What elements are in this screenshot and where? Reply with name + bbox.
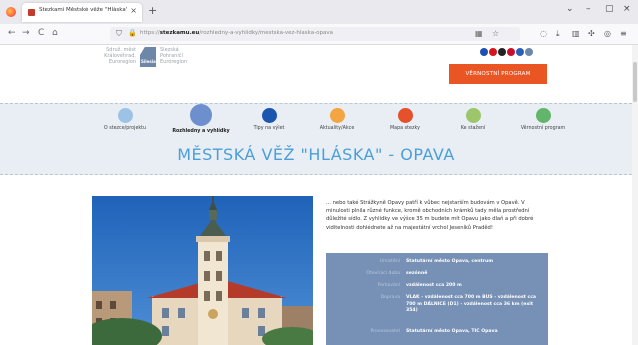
tab-close-icon[interactable]: × [130, 6, 137, 15]
minimize-button[interactable]: – [586, 4, 591, 14]
language-flag-icon[interactable] [516, 48, 524, 56]
nav-item[interactable]: Tipy na výlet [234, 108, 304, 131]
logo-left-line: Euroregion [108, 59, 136, 65]
language-flag-icon[interactable] [489, 48, 497, 56]
nav-label: O stezce/projektu [103, 126, 147, 131]
site-favicon-icon [28, 9, 35, 16]
logo-right-line: Euroregion [160, 59, 188, 65]
language-flag-icon[interactable] [525, 48, 533, 56]
maximize-button[interactable]: ▢ [605, 4, 614, 14]
download-icon[interactable]: ⤓ [556, 29, 560, 39]
nav-label: Rozhledny a vyhlídky [172, 129, 230, 134]
nav-dot-icon [190, 104, 212, 126]
nav-label: Věrnostní program [520, 126, 566, 131]
url-text[interactable]: https://stezkamu.eu/rozhledny-a-vyhlidky… [140, 30, 333, 36]
nav-label: Tipy na výlet [253, 126, 285, 131]
nav-item[interactable]: Mapa stezky [370, 108, 440, 131]
info-value: VLAK - vzdálenost cca 700 m BUS - vzdále… [406, 295, 537, 313]
info-key: Parkování [377, 283, 400, 288]
forward-button[interactable]: → [22, 28, 30, 38]
nav-item[interactable]: Věrnostní program [508, 108, 578, 131]
nav-item[interactable]: O stezce/projektu [90, 108, 160, 131]
info-key: Otevírací doba [366, 271, 400, 276]
tower-description: ... nebo také Strážkyně Opavy patří k vů… [326, 200, 534, 231]
nav-item[interactable]: Ke stažení [438, 108, 508, 131]
info-key: Umístění [379, 259, 400, 264]
language-flag-icon[interactable] [480, 48, 488, 56]
new-tab-button[interactable]: + [148, 4, 157, 17]
nav-label: Mapa stezky [390, 126, 420, 131]
nav-dot-icon [397, 108, 413, 123]
pocket-icon[interactable]: ◌ [540, 29, 547, 38]
silesia-logo[interactable]: Silesia [140, 47, 156, 67]
nav-label: Aktuality/Akce [319, 126, 355, 131]
nav-dot-icon [261, 108, 277, 123]
reload-button[interactable]: C [38, 28, 44, 38]
page-actions-icon[interactable]: ▦ [475, 29, 483, 38]
nav-item[interactable]: Aktuality/Akce [302, 108, 372, 131]
tab-list-icon[interactable]: ⌄ [566, 4, 574, 14]
logo-mark-text: Silesia [141, 59, 156, 64]
bookmark-star-icon[interactable]: ☆ [492, 29, 499, 38]
info-value: Statutární město Opava, centrum [406, 259, 494, 264]
partner-logo-left[interactable]: Sdruž. měst Královéhrad. Euroregion [92, 47, 136, 65]
tab-title: Stezkami Městské věže "Hláska" - Opava [39, 7, 127, 13]
nav-label: Ke stažení [460, 126, 486, 131]
browser-window: Stezkami Městské věže "Hláska" - Opava ×… [0, 0, 638, 345]
language-flags [480, 48, 534, 57]
logo-mark-shape [140, 47, 156, 67]
menu-icon[interactable]: ≡ [620, 29, 627, 38]
main-navigation: O stezce/projektu Rozhledny a vyhlídky Tip… [0, 103, 632, 175]
info-value: sezónně [406, 271, 428, 276]
extensions-icon[interactable]: ✣ [588, 29, 595, 38]
info-value: Statutární město Opava, TIC Opava [406, 329, 498, 334]
nav-dot-icon [329, 108, 345, 123]
nav-dot-icon [465, 108, 481, 123]
library-icon[interactable]: ▥ [572, 29, 580, 38]
lock-icon[interactable]: 🔒 [128, 29, 137, 37]
info-key: Provozovatel [370, 329, 400, 334]
page-title: MĚSTSKÁ VĚŽ "HLÁSKA" - OPAVA [177, 145, 455, 164]
nav-dot-icon [117, 108, 133, 123]
info-table: Umístění Statutární město Opava, centrum O… [326, 253, 548, 345]
back-button[interactable]: ← [8, 28, 16, 38]
firefox-logo-icon [6, 7, 16, 17]
account-icon[interactable]: ◎ [604, 29, 611, 38]
nav-dot-icon [535, 108, 551, 123]
loyalty-program-button[interactable]: VĚRNOSTNÍ PROGRAM [449, 64, 547, 84]
info-value: vzdálenost cca 200 m [406, 283, 462, 288]
tracking-shield-icon[interactable]: ⛉ [116, 29, 122, 39]
info-key: Doprava [380, 295, 400, 300]
browser-tab-active[interactable]: Stezkami Městské věže "Hláska" - Opava × [22, 3, 142, 22]
close-window-button[interactable]: × [623, 4, 631, 14]
home-button[interactable]: ⌂ [52, 28, 58, 38]
nav-toolbar: ← → C ⌂ ⛉ 🔒 https://stezkamu.eu/rozhledn… [0, 24, 638, 45]
language-flag-icon[interactable] [498, 48, 506, 56]
page-content: Sdruž. měst Královéhrad. Euroregion Sile… [0, 45, 638, 345]
tab-strip: Stezkami Městské věže "Hláska" - Opava ×… [0, 0, 638, 24]
tower-photo [92, 196, 313, 345]
language-flag-icon[interactable] [507, 48, 515, 56]
nav-item[interactable]: Rozhledny a vyhlídky [166, 104, 236, 134]
url-bar[interactable]: ⛉ 🔒 https://stezkamu.eu/rozhledny-a-vyhl… [110, 27, 520, 41]
partner-logo-right[interactable]: Slezská Pohraničí Euroregion [160, 47, 187, 65]
scrollbar-thumb[interactable] [633, 62, 637, 102]
